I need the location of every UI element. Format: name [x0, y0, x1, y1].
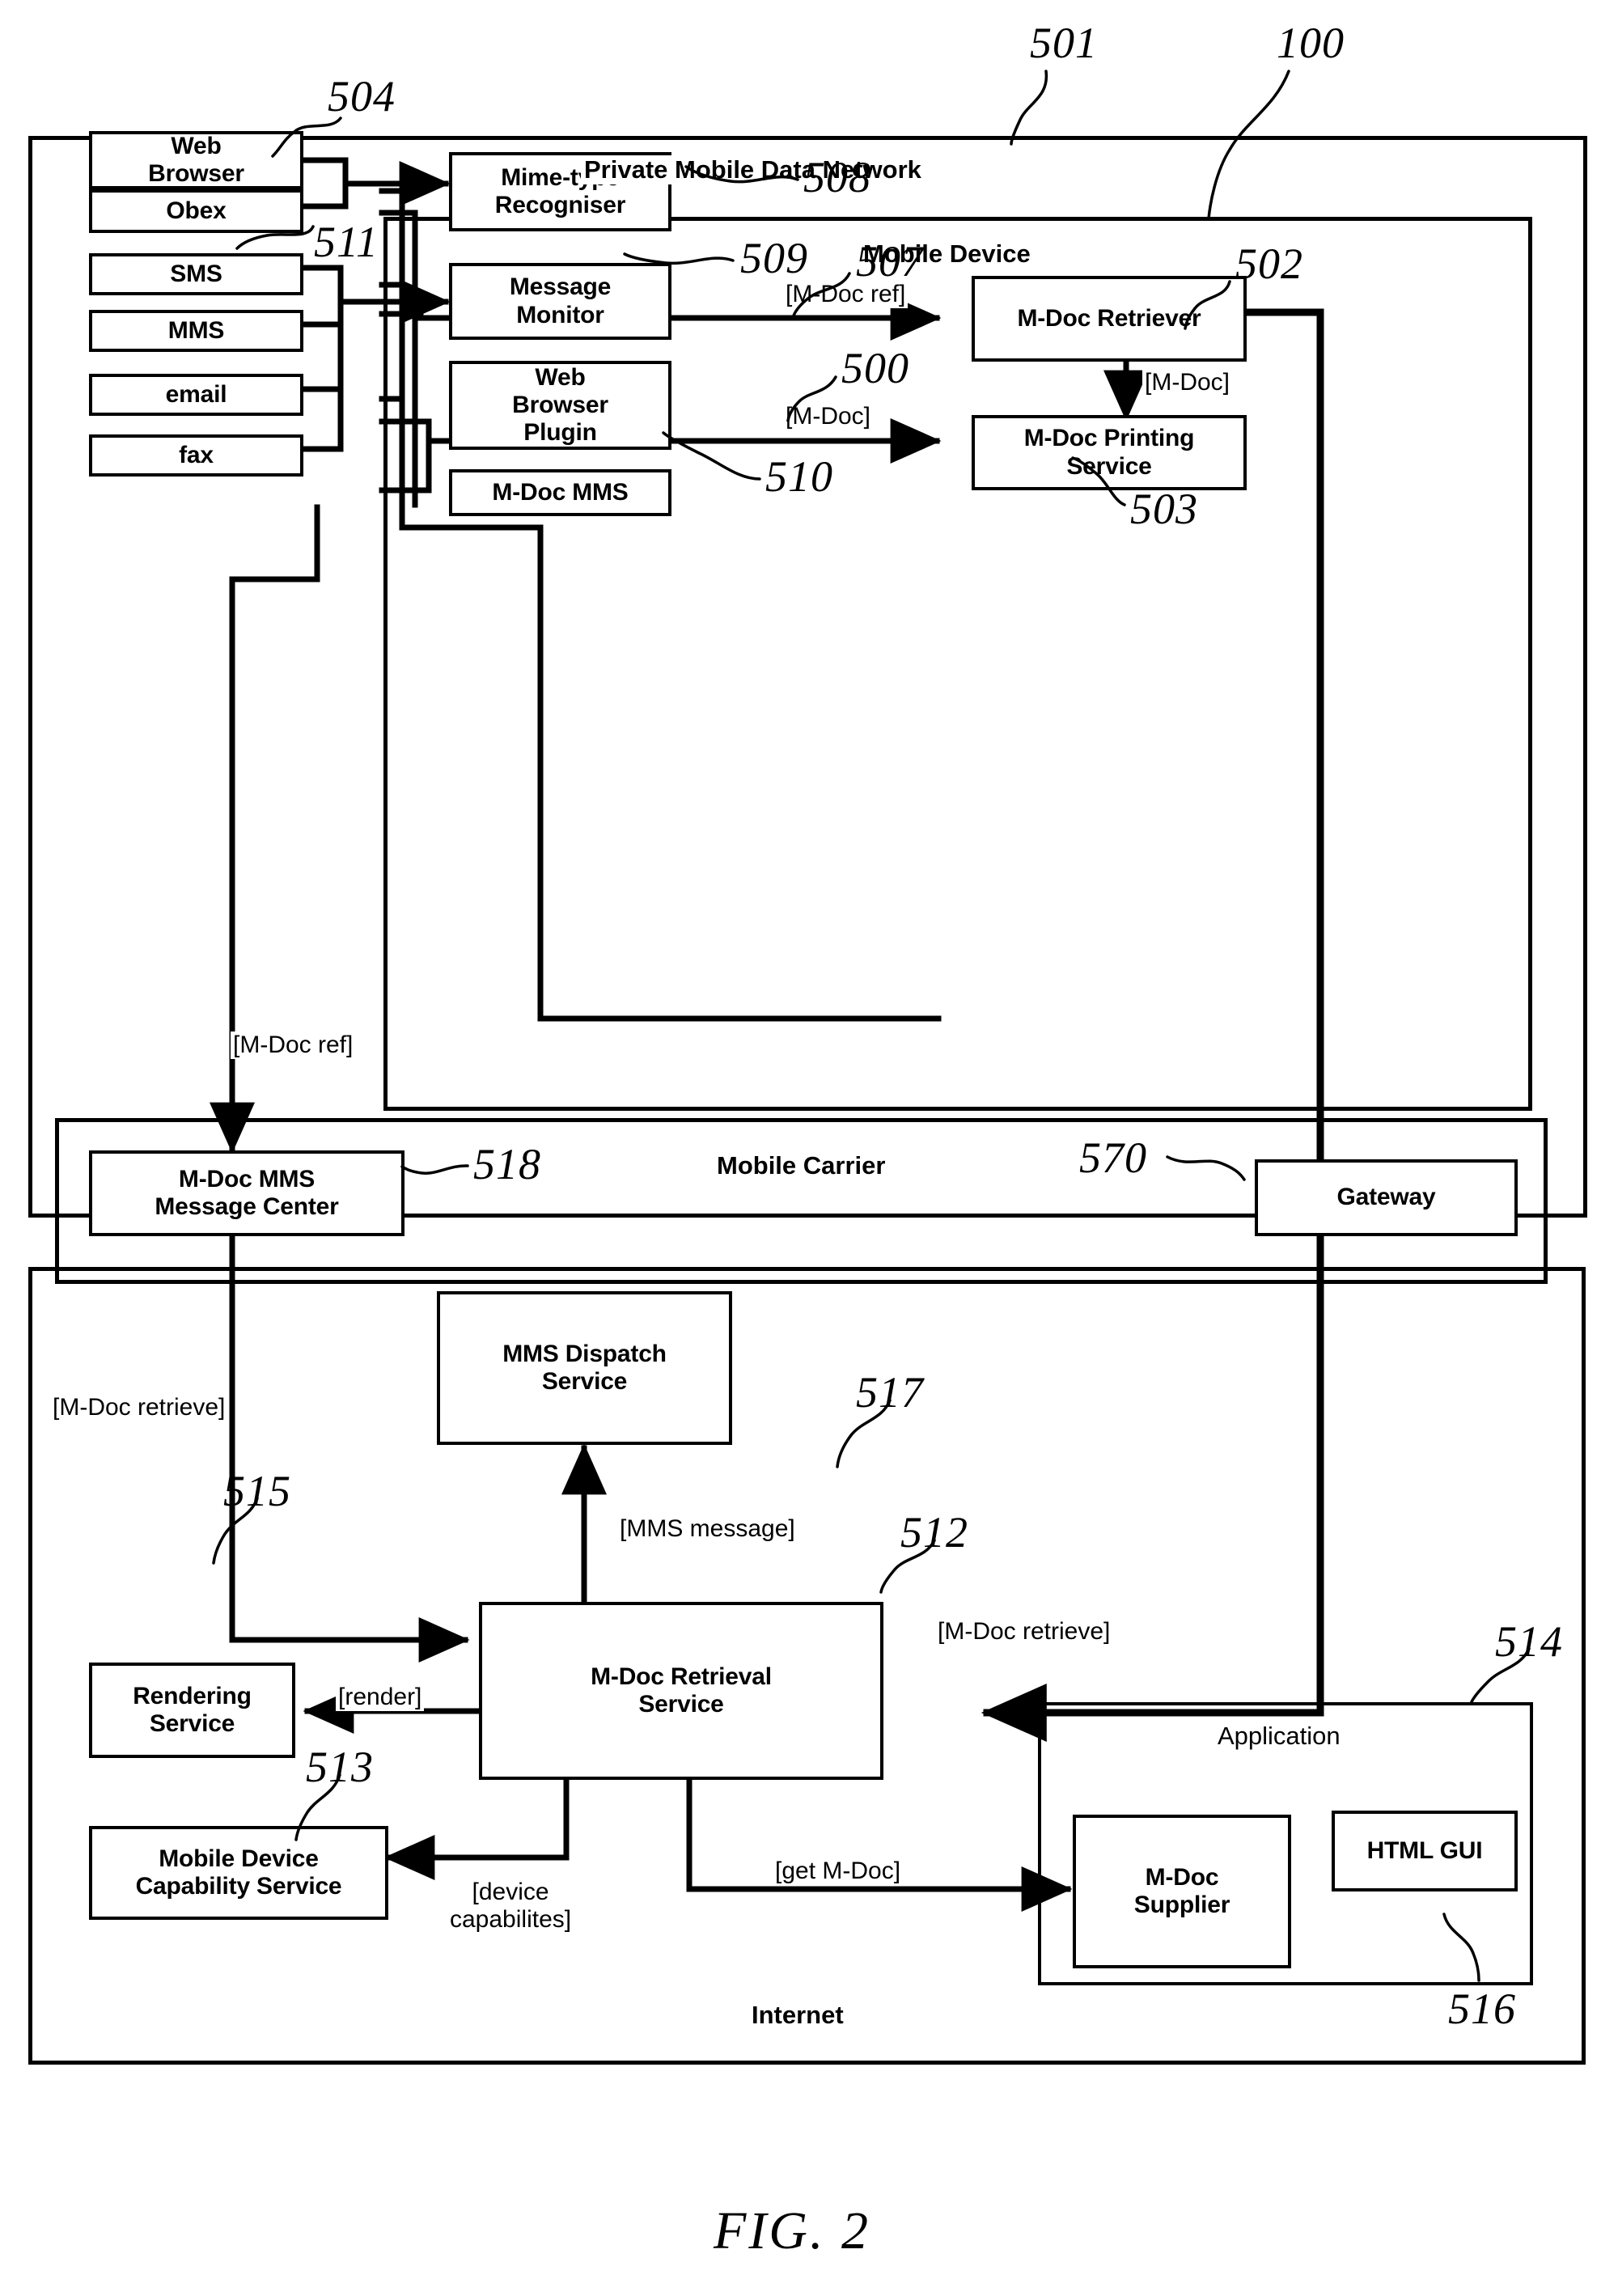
ref-numeral-504: 504 [328, 72, 396, 121]
leader-503 [1071, 456, 1126, 506]
ref-numeral-509: 509 [740, 234, 808, 282]
leader-508 [684, 165, 799, 184]
leader-502 [1184, 280, 1231, 330]
ref-numeral-514: 514 [1495, 1617, 1563, 1666]
leader-516 [1442, 1913, 1480, 1982]
leader-570 [1166, 1155, 1246, 1181]
ref-numeral-502: 502 [1235, 239, 1303, 288]
ref-numeral-570: 570 [1079, 1133, 1147, 1182]
ref-numeral-100: 100 [1277, 19, 1345, 67]
leader-509 [623, 252, 735, 265]
ref-numeral-516: 516 [1448, 1985, 1516, 2033]
leader-504 [271, 116, 342, 158]
patent-figure: Private Mobile Data Network Mobile Devic… [0, 0, 1618, 2296]
leader-501 [1010, 70, 1048, 146]
ref-numeral-508: 508 [803, 153, 871, 201]
ref-numeral-517: 517 [856, 1368, 924, 1417]
leader-518 [400, 1164, 469, 1175]
ref-numeral-511: 511 [314, 218, 379, 266]
figure-caption: FIG. 2 [714, 2201, 870, 2260]
ref-numeral-513: 513 [306, 1743, 374, 1791]
leader-100 [1207, 70, 1290, 220]
leader-510 [662, 431, 761, 481]
ref-numeral-503: 503 [1130, 485, 1198, 533]
leader-511 [235, 225, 315, 250]
ref-numeral-512: 512 [900, 1508, 968, 1557]
leader-500 [786, 375, 837, 422]
ref-numeral-500: 500 [841, 344, 909, 392]
ref-numeral-518: 518 [473, 1140, 541, 1188]
ref-numeral-510: 510 [765, 452, 833, 501]
ref-numeral-507: 507 [856, 237, 924, 286]
ref-numeral-515: 515 [223, 1467, 291, 1515]
leader-lines [212, 70, 1531, 1982]
ref-numeral-501: 501 [1030, 19, 1098, 67]
